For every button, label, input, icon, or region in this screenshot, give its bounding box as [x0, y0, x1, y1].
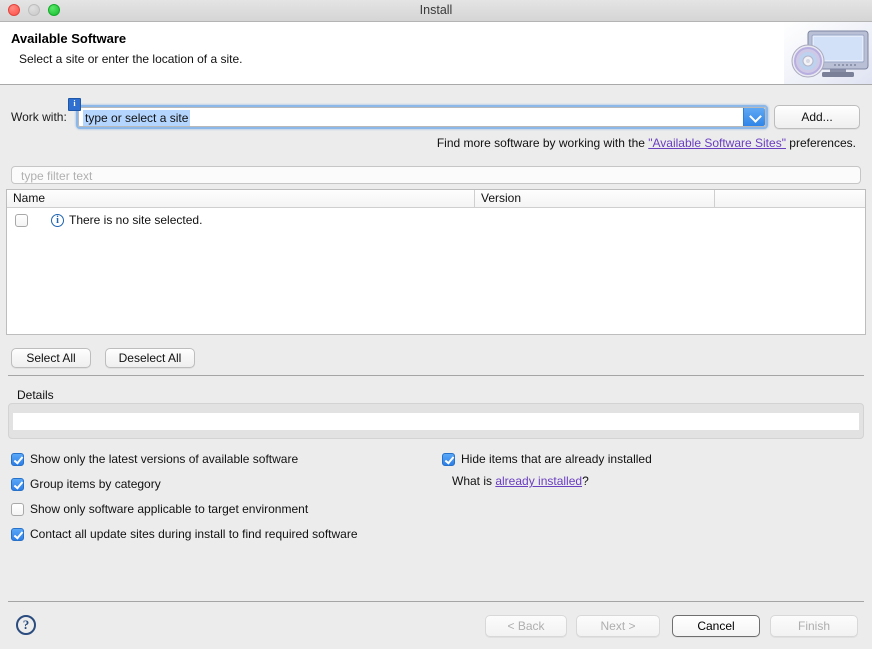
next-button[interactable]: Next > — [576, 615, 660, 637]
work-with-combo-field[interactable]: type or select a site — [78, 107, 766, 127]
work-with-label: Work with: — [11, 110, 67, 124]
chevron-down-icon[interactable] — [743, 108, 765, 126]
cancel-button[interactable]: Cancel — [672, 615, 760, 637]
select-all-button[interactable]: Select All — [11, 348, 91, 368]
find-more-software-text: Find more software by working with the "… — [437, 136, 856, 150]
option-label: Show only the latest versions of availab… — [30, 452, 299, 466]
option-label: Group items by category — [30, 477, 161, 491]
checkbox-group-by-category[interactable] — [11, 478, 24, 491]
window-title: Install — [419, 3, 453, 17]
page-subtitle: Select a site or enter the location of a… — [19, 52, 243, 66]
work-with-combo[interactable]: type or select a site — [76, 105, 768, 129]
column-divider[interactable] — [714, 190, 715, 207]
window-titlebar: Install — [0, 0, 872, 22]
deselect-all-button[interactable]: Deselect All — [105, 348, 195, 368]
checkbox-contact-update-sites[interactable] — [11, 528, 24, 541]
available-software-table[interactable]: Name Version i There is no site selected… — [6, 189, 866, 335]
install-computer-disc-icon — [784, 22, 872, 84]
back-button[interactable]: < Back — [485, 615, 567, 637]
details-separator — [8, 375, 864, 376]
filter-placeholder: type filter text — [21, 169, 93, 183]
filter-input[interactable]: type filter text — [11, 166, 861, 184]
checkbox-show-latest-versions[interactable] — [11, 453, 24, 466]
info-circle-icon: i — [51, 214, 64, 227]
finish-button[interactable]: Finish — [770, 615, 858, 637]
work-with-value: type or select a site — [83, 110, 191, 126]
page-title: Available Software — [11, 31, 127, 46]
column-header-name[interactable]: Name — [13, 191, 45, 205]
column-header-version[interactable]: Version — [481, 191, 521, 205]
footer-separator — [8, 601, 864, 602]
checkbox-applicable-to-target[interactable] — [11, 503, 24, 516]
what-is-already-installed-text: What is already installed? — [452, 474, 589, 488]
what-is-prefix: What is — [452, 474, 496, 488]
row-name-label: There is no site selected. — [69, 213, 203, 227]
table-header: Name Version — [7, 190, 865, 208]
help-icon[interactable]: ? — [16, 615, 36, 635]
details-label: Details — [17, 388, 54, 402]
column-divider[interactable] — [474, 190, 475, 207]
checkbox-hide-installed[interactable] — [442, 453, 455, 466]
add-site-button[interactable]: Add... — [774, 105, 860, 129]
details-text — [13, 413, 859, 430]
option-label: Hide items that are already installed — [461, 452, 652, 466]
wizard-header: Available Software Select a site or ente… — [0, 22, 872, 85]
option-label: Contact all update sites during install … — [30, 527, 358, 541]
already-installed-link[interactable]: already installed — [495, 474, 582, 488]
option-label: Show only software applicable to target … — [30, 502, 309, 516]
info-decorator-icon: i — [68, 98, 81, 111]
row-checkbox[interactable] — [15, 214, 28, 227]
find-more-suffix: preferences. — [785, 136, 856, 150]
find-more-prefix: Find more software by working with the — [436, 136, 649, 150]
details-panel — [8, 403, 864, 439]
work-with-row: Work with: i type or select a site Add..… — [0, 98, 872, 129]
table-row[interactable]: i There is no site selected. — [7, 208, 865, 230]
available-software-sites-link[interactable]: "Available Software Sites" — [648, 136, 786, 150]
what-is-suffix: ? — [582, 474, 589, 488]
